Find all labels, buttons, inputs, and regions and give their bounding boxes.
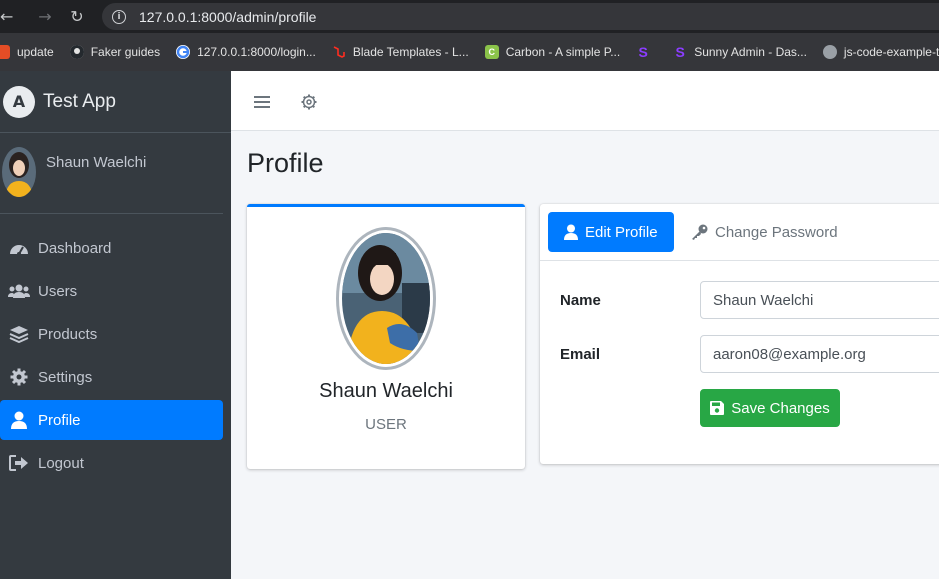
- floppy-disk-icon: [710, 401, 725, 415]
- sidebar-item-label: Settings: [38, 368, 93, 386]
- brand-name: Test App: [43, 90, 116, 112]
- menu-toggle-icon[interactable]: [251, 91, 273, 113]
- key-icon: [690, 224, 708, 240]
- form-tabs: Edit Profile Change Password: [540, 204, 939, 261]
- page-title: Profile: [247, 148, 324, 178]
- tab-change-password[interactable]: Change Password: [674, 212, 854, 252]
- tachometer-icon: [8, 239, 30, 257]
- address-bar[interactable]: i 127.0.0.1:8000/admin/profile: [102, 3, 939, 30]
- save-changes-button[interactable]: Save Changes: [700, 389, 840, 427]
- forward-icon[interactable]: →: [30, 0, 60, 33]
- bookmark-label: Carbon - A simple P...: [505, 45, 621, 59]
- profile-role: USER: [365, 416, 407, 433]
- bookmark-icon: [0, 45, 10, 59]
- sidebar-item-label: Profile: [38, 411, 81, 429]
- sidebar-item-label: Users: [38, 282, 78, 300]
- bookmark-faker-guides[interactable]: Faker guides: [69, 45, 161, 59]
- top-navbar: [231, 71, 939, 131]
- sidebar-item-profile[interactable]: Profile: [0, 400, 223, 440]
- bookmark-label: Faker guides: [90, 45, 161, 59]
- tab-label: Change Password: [715, 223, 838, 241]
- laravel-icon: [332, 45, 346, 59]
- brand-logo: A: [3, 85, 35, 118]
- bookmark-blade-templates[interactable]: Blade Templates - L...: [332, 45, 469, 59]
- s-logo-icon: S: [675, 44, 685, 60]
- bookmark-carbon[interactable]: C Carbon - A simple P...: [484, 45, 621, 59]
- bookmark-label: 127.0.0.1:8000/login...: [197, 45, 316, 59]
- bookmark-update[interactable]: update: [0, 45, 54, 59]
- bookmarks-bar: update Faker guides 127.0.0.1:8000/login…: [0, 33, 939, 71]
- tab-edit-profile[interactable]: Edit Profile: [548, 212, 674, 252]
- sidebar-item-products[interactable]: Products: [0, 314, 223, 354]
- settings-icon[interactable]: [298, 91, 320, 113]
- bookmark-login[interactable]: 127.0.0.1:8000/login...: [176, 45, 316, 59]
- profile-image: [336, 227, 436, 370]
- bookmark-label: update: [17, 45, 54, 59]
- sign-out-icon: [8, 454, 30, 472]
- sidebar-item-label: Logout: [38, 454, 84, 472]
- sidebar-item-settings[interactable]: Settings: [0, 357, 223, 397]
- back-icon[interactable]: ←: [0, 0, 16, 33]
- gear-icon: [8, 368, 30, 386]
- site-info-icon[interactable]: i: [112, 9, 126, 24]
- sidebar: A Test App Shaun Waelchi Dashboard Users: [0, 71, 231, 579]
- carbon-icon: C: [484, 45, 499, 59]
- sidebar-item-label: Products: [38, 325, 98, 343]
- sidebar-menu: Dashboard Users Products Settings Profil…: [0, 214, 231, 483]
- s-logo-icon: S: [638, 44, 648, 60]
- email-label: Email: [560, 346, 601, 363]
- profile-card: Shaun Waelchi USER: [247, 204, 525, 469]
- sidebar-item-dashboard[interactable]: Dashboard: [0, 228, 223, 268]
- email-field[interactable]: aaron08@example.org: [700, 335, 939, 373]
- bookmark-label: Sunny Admin - Das...: [694, 45, 807, 59]
- bookmark-s[interactable]: S: [636, 44, 657, 60]
- sidebar-item-logout[interactable]: Logout: [0, 443, 223, 483]
- globe-icon: [822, 45, 837, 59]
- bookmark-label: js-code-example-te...: [843, 45, 939, 59]
- user-panel[interactable]: Shaun Waelchi: [0, 133, 223, 214]
- name-field[interactable]: Shaun Waelchi: [700, 281, 939, 319]
- google-icon: [176, 45, 191, 59]
- tab-label: Edit Profile: [585, 223, 658, 241]
- brand-link[interactable]: A Test App: [0, 71, 231, 133]
- avatar: [2, 147, 36, 197]
- url-text: 127.0.0.1:8000/admin/profile: [139, 8, 317, 25]
- bookmark-js-code[interactable]: js-code-example-te...: [822, 45, 939, 59]
- users-icon: [8, 282, 30, 300]
- profile-name: Shaun Waelchi: [319, 380, 453, 402]
- user-name: Shaun Waelchi: [46, 153, 147, 171]
- bookmark-sunny-admin[interactable]: S Sunny Admin - Das...: [673, 44, 807, 60]
- github-icon: [69, 45, 84, 59]
- save-changes-label: Save Changes: [731, 399, 830, 417]
- user-icon: [8, 411, 30, 429]
- name-label: Name: [560, 292, 601, 309]
- profile-form-card: Edit Profile Change Password Name Shaun …: [540, 204, 939, 464]
- sidebar-item-label: Dashboard: [38, 239, 112, 257]
- reload-icon[interactable]: ↻: [62, 0, 92, 33]
- layers-icon: [8, 325, 30, 343]
- bookmark-label: Blade Templates - L...: [352, 45, 469, 59]
- browser-toolbar: ← → ↻ i 127.0.0.1:8000/admin/profile: [0, 0, 939, 33]
- sidebar-item-users[interactable]: Users: [0, 271, 223, 311]
- user-icon: [564, 224, 578, 240]
